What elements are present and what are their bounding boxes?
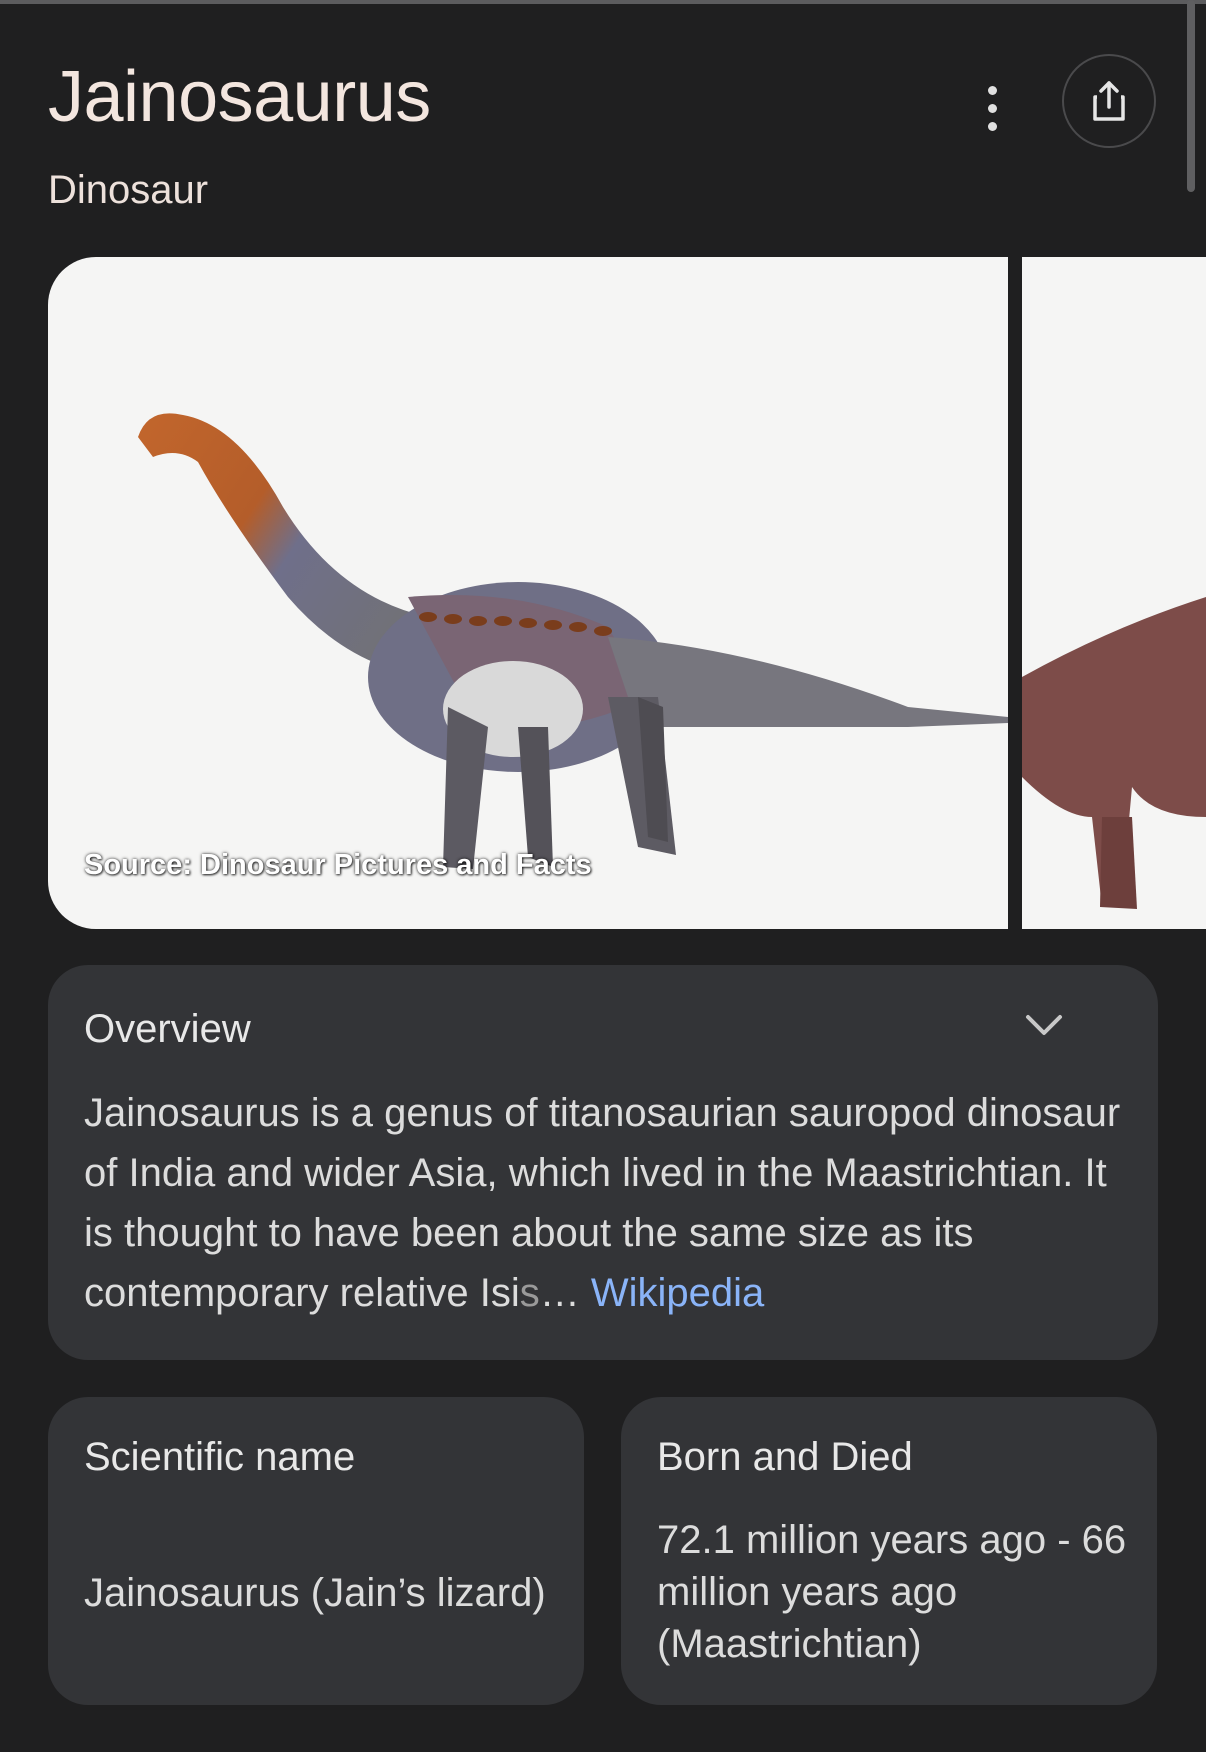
image-source-caption: Source: Dinosaur Pictures and Facts bbox=[84, 849, 592, 881]
jainosaurus-illustration bbox=[138, 413, 1008, 869]
secondary-dinosaur-illustration bbox=[1022, 597, 1206, 909]
fact-value: 72.1 million years ago - 66 million year… bbox=[657, 1518, 1127, 1666]
overview-card: Overview Jainosaurus is a genus of titan… bbox=[48, 965, 1158, 1360]
fact-label: Born and Died bbox=[657, 1435, 913, 1479]
overview-title: Overview bbox=[84, 1007, 251, 1051]
fact-label: Scientific name bbox=[84, 1435, 356, 1479]
more-vert-icon bbox=[987, 85, 997, 95]
page-title: Jainosaurus bbox=[48, 57, 431, 137]
fact-card-born-and-died[interactable]: Born and Died 72.1 million years ago - 6… bbox=[621, 1397, 1157, 1705]
wikipedia-link[interactable]: Wikipedia bbox=[591, 1271, 764, 1315]
more-options-button[interactable] bbox=[968, 76, 1016, 140]
chevron-down-icon[interactable] bbox=[1022, 1003, 1066, 1047]
dinosaur-image-secondary[interactable] bbox=[1022, 257, 1206, 929]
fact-value: Jainosaurus (Jain’s lizard) bbox=[84, 1571, 546, 1615]
overview-description: Jainosaurus is a genus of titanosaurian … bbox=[84, 1091, 1121, 1315]
scrollbar[interactable] bbox=[1187, 0, 1195, 192]
top-divider bbox=[0, 0, 1206, 4]
share-icon bbox=[1093, 81, 1125, 121]
dinosaur-image-primary[interactable]: Source: Dinosaur Pictures and Facts bbox=[48, 257, 1008, 929]
fact-card-scientific-name[interactable]: Scientific name Jainosaurus (Jain’s liza… bbox=[48, 1397, 584, 1705]
share-button[interactable] bbox=[1062, 54, 1156, 148]
page-subtitle: Dinosaur bbox=[48, 168, 209, 212]
